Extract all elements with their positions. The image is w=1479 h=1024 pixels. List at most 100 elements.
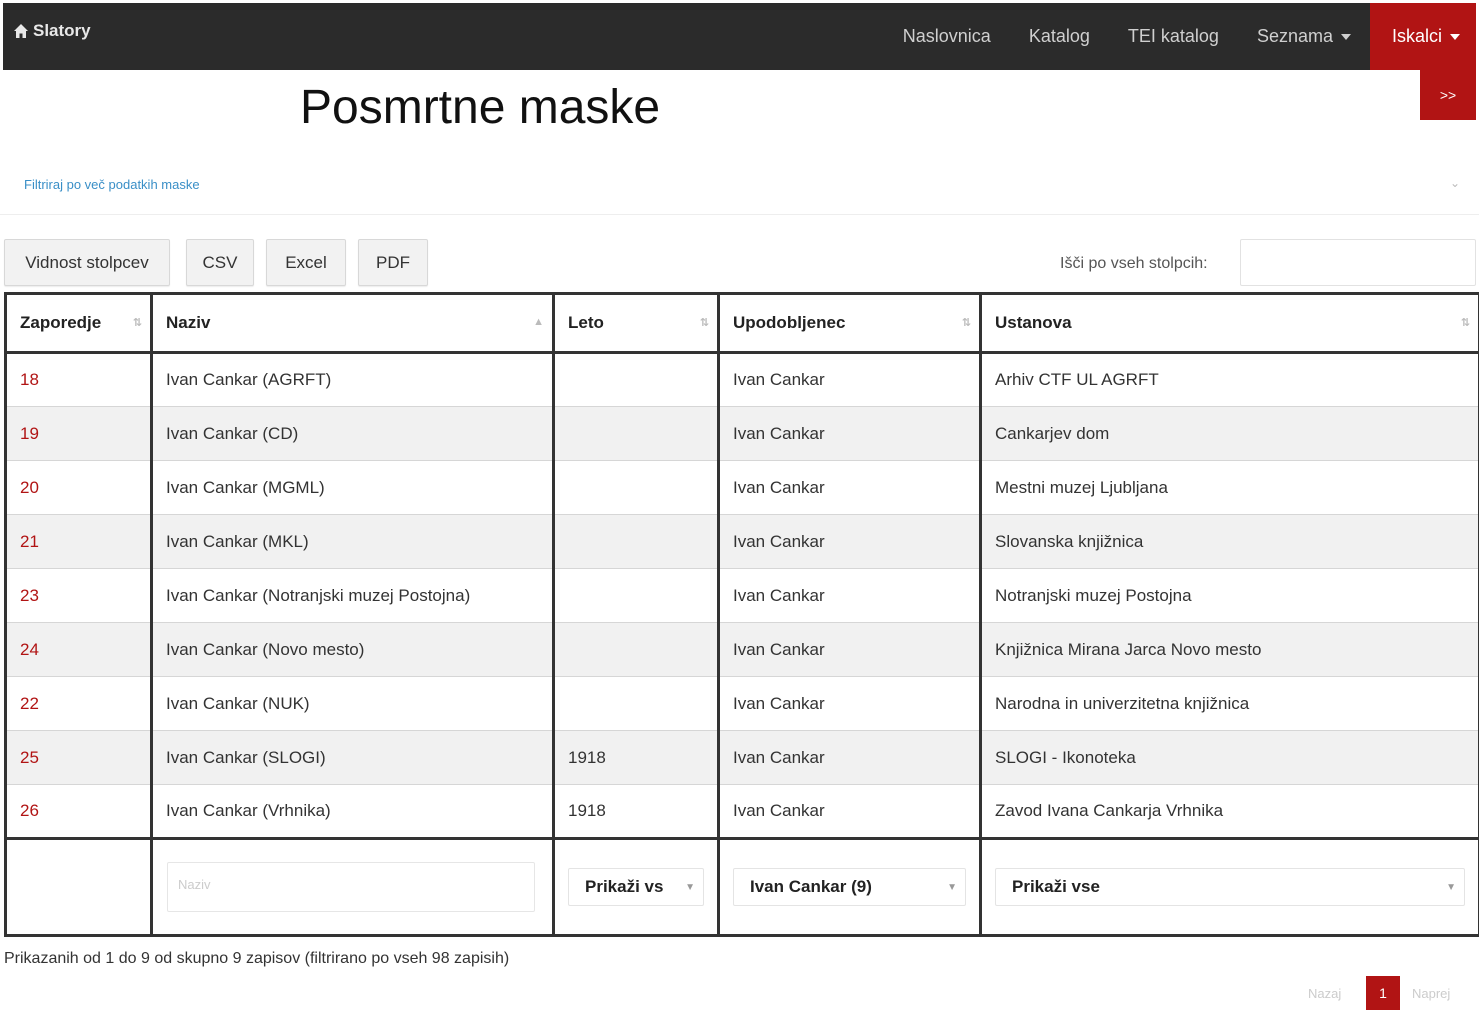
filter-cell-ustanova: Prikaži vse ▼ [979,837,1479,937]
cell-leto [552,568,720,623]
column-visibility-button[interactable]: Vidnost stolpcev [4,239,170,286]
table-row[interactable]: 22 Ivan Cankar (NUK) Ivan Cankar Narodna in… [4,676,1479,731]
cell-naziv: Ivan Cankar (MGML) [150,460,555,515]
sort-asc-icon: ▲ [533,316,544,328]
cell-upodobljenec: Ivan Cankar [717,730,982,785]
column-header-zaporedje[interactable]: Zaporedje ⇅ [4,292,153,354]
column-header-leto[interactable]: Leto ⇅ [552,292,720,354]
select-value: Prikaži vse [1012,877,1100,896]
cell-upodobljenec: Ivan Cankar [717,784,982,839]
filter-cell-leto: Prikaži vs ▼ [552,837,720,937]
cell-upodobljenec: Ivan Cankar [717,568,982,623]
column-header-upodobljenec[interactable]: Upodobljenec ⇅ [717,292,982,354]
column-header-naziv[interactable]: Naziv ▲ [150,292,555,354]
column-header-ustanova[interactable]: Ustanova ⇅ [979,292,1479,354]
cell-naziv: Ivan Cankar (Novo mesto) [150,622,555,677]
table-row[interactable]: 19 Ivan Cankar (CD) Ivan Cankar Cankarjev d… [4,406,1479,461]
filter-toggle-link[interactable]: Filtriraj po več podatkih maske [24,177,200,192]
nav-item-tei-katalog[interactable]: TEI katalog [1109,3,1238,70]
chevron-down-icon[interactable]: ⌄ [1450,176,1460,190]
pdf-export-button[interactable]: PDF [358,239,428,286]
cell-upodobljenec: Ivan Cankar [717,406,982,461]
nav-item-label: Seznama [1256,26,1333,46]
collapse-button[interactable]: >> [1420,70,1476,120]
table-body: 18 Ivan Cankar (AGRFT) Ivan Cankar Arhiv CT… [4,352,1479,839]
nav-item-iskalci[interactable]: Iskalci [1369,3,1476,70]
caret-down-icon [1450,33,1460,40]
main-nav: Naslovnica Katalog TEI katalog Seznama I… [884,3,1476,70]
column-header-label: Naziv [166,313,211,332]
column-header-label: Zaporedje [20,313,102,332]
pagination-next[interactable]: Naprej [1412,976,1450,1010]
leto-filter-select[interactable]: Prikaži vs ▼ [568,868,704,906]
cell-ustanova: Cankarjev dom [979,406,1479,461]
brand-link[interactable]: Slatory [13,21,91,41]
naziv-filter-input[interactable]: Naziv [167,862,535,912]
nav-item-naslovnica[interactable]: Naslovnica [884,3,1010,70]
nav-item-label: Katalog [1028,26,1090,46]
nav-item-label: Iskalci [1391,26,1442,46]
filter-cell-naziv: Naziv [150,837,555,937]
cell-naziv: Ivan Cankar (Vrhnika) [150,784,555,839]
cell-naziv: Ivan Cankar (MKL) [150,514,555,569]
chevron-down-icon: ▼ [685,881,695,893]
cell-ustanova: SLOGI - Ikonoteka [979,730,1479,785]
table-row[interactable]: 21 Ivan Cankar (MKL) Ivan Cankar Slovanska … [4,514,1479,569]
table-row[interactable]: 25 Ivan Cankar (SLOGI) 1918 Ivan Cankar SLOG… [4,730,1479,785]
cell-id[interactable]: 20 [4,460,153,515]
page-title: Posmrtne maske [300,81,661,134]
cell-id[interactable]: 25 [4,730,153,785]
cell-leto [552,460,720,515]
cell-id[interactable]: 18 [4,352,153,407]
cell-ustanova: Arhiv CTF UL AGRFT [979,352,1479,407]
cell-leto: 1918 [552,784,720,839]
cell-naziv: Ivan Cankar (AGRFT) [150,352,555,407]
excel-export-button[interactable]: Excel [266,239,346,286]
ustanova-filter-select[interactable]: Prikaži vse ▼ [995,868,1465,906]
sort-icon: ⇅ [961,317,971,329]
divider [0,214,1479,215]
table-row[interactable]: 18 Ivan Cankar (AGRFT) Ivan Cankar Arhiv CT… [4,352,1479,407]
cell-id[interactable]: 22 [4,676,153,731]
masks-table: Zaporedje ⇅ Naziv ▲ Leto ⇅ Upodobljenec ⇅ Us… [4,292,1479,937]
nav-item-katalog[interactable]: Katalog [1010,3,1109,70]
cell-upodobljenec: Ivan Cankar [717,460,982,515]
cell-id[interactable]: 26 [4,784,153,839]
cell-ustanova: Slovanska knjižnica [979,514,1479,569]
table-row[interactable]: 24 Ivan Cankar (Novo mesto) Ivan Cankar Knj… [4,622,1479,677]
cell-upodobljenec: Ivan Cankar [717,352,982,407]
pagination-prev[interactable]: Nazaj [1308,976,1341,1010]
filter-cell-empty [4,837,153,937]
table-row[interactable]: 23 Ivan Cankar (Notranjski muzej Postojna… [4,568,1479,623]
column-header-label: Ustanova [995,313,1072,332]
cell-leto [552,622,720,677]
csv-export-button[interactable]: CSV [186,239,254,286]
table-row[interactable]: 20 Ivan Cankar (MGML) Ivan Cankar Mestni mu… [4,460,1479,515]
cell-naziv: Ivan Cankar (NUK) [150,676,555,731]
cell-ustanova: Narodna in univerzitetna knjižnica [979,676,1479,731]
cell-naziv: Ivan Cankar (CD) [150,406,555,461]
cell-id[interactable]: 19 [4,406,153,461]
nav-item-seznama[interactable]: Seznama [1238,3,1370,70]
table-filter-row: Naziv Prikaži vs ▼ Ivan Cankar (9) ▼ Prika… [4,837,1479,937]
chevron-down-icon: ▼ [947,881,957,893]
caret-down-icon [1340,33,1351,40]
search-label: Išči po vseh stolpcih: [1060,255,1208,272]
table-row[interactable]: 26 Ivan Cankar (Vrhnika) 1918 Ivan Cankar Za… [4,784,1479,839]
cell-upodobljenec: Ivan Cankar [717,676,982,731]
cell-id[interactable]: 24 [4,622,153,677]
filter-cell-upodobljenec: Ivan Cankar (9) ▼ [717,837,982,937]
pagination-page-1[interactable]: 1 [1366,976,1400,1010]
cell-ustanova: Zavod Ivana Cankarja Vrhnika [979,784,1479,839]
cell-id[interactable]: 21 [4,514,153,569]
chevron-down-icon: ▼ [1446,881,1456,893]
cell-id[interactable]: 23 [4,568,153,623]
cell-ustanova: Knjižnica Mirana Jarca Novo mesto [979,622,1479,677]
sort-icon: ⇅ [1460,317,1470,329]
select-value: Prikaži vs [585,877,664,896]
upodobljenec-filter-select[interactable]: Ivan Cankar (9) ▼ [733,868,966,906]
cell-upodobljenec: Ivan Cankar [717,514,982,569]
search-input[interactable] [1240,239,1476,286]
cell-leto [552,352,720,407]
cell-upodobljenec: Ivan Cankar [717,622,982,677]
